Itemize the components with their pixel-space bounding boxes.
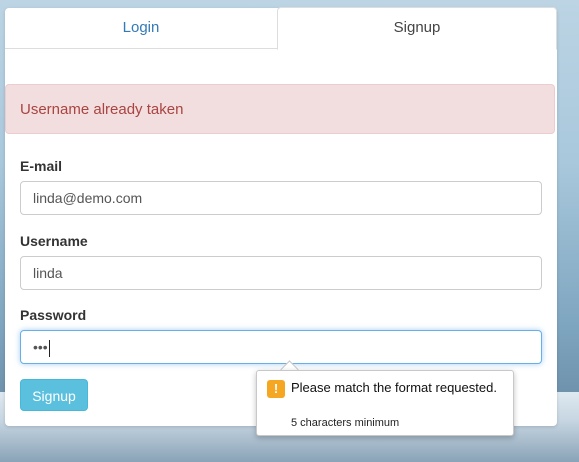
auth-panel: Login Signup Username already taken E-ma…: [5, 7, 557, 426]
email-label: E-mail: [20, 158, 63, 174]
validation-tooltip: ! Please match the format requested. 5 c…: [256, 370, 514, 436]
password-value: •••: [33, 339, 48, 355]
email-field[interactable]: linda@demo.com: [20, 181, 542, 215]
username-label: Username: [20, 233, 88, 249]
username-value: linda: [33, 265, 63, 281]
text-caret: [48, 339, 50, 357]
tab-login[interactable]: Login: [5, 8, 277, 48]
tab-signup[interactable]: Signup: [277, 7, 557, 50]
tooltip-message: Please match the format requested.: [291, 380, 497, 395]
warning-icon: !: [267, 380, 285, 398]
email-value: linda@demo.com: [33, 190, 143, 206]
tab-bar: Login Signup: [5, 7, 557, 50]
signup-button[interactable]: Signup: [20, 379, 88, 411]
error-alert: Username already taken: [5, 84, 555, 134]
password-label: Password: [20, 307, 87, 323]
tooltip-detail: 5 characters minimum: [291, 417, 400, 429]
password-field[interactable]: •••: [20, 330, 542, 364]
username-field[interactable]: linda: [20, 256, 542, 290]
